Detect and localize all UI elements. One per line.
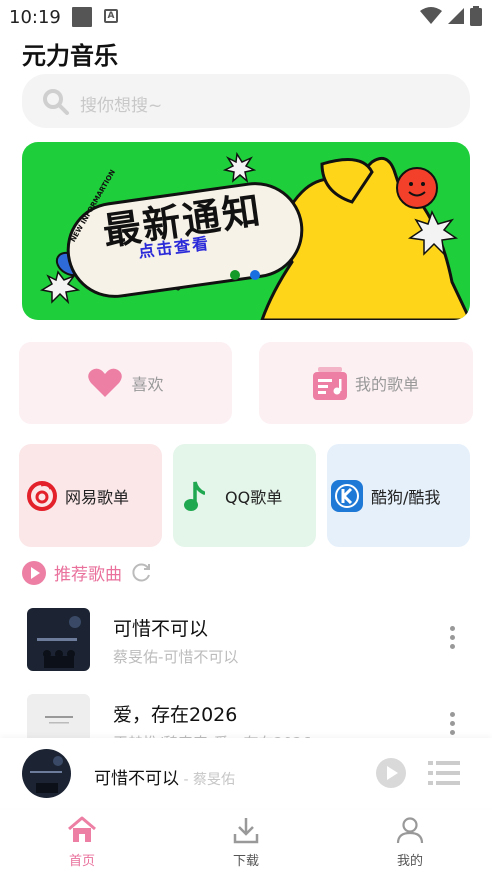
carousel-dot [230,270,240,280]
signal-icon [448,8,464,24]
nav-profile[interactable]: 我的 [370,816,450,869]
heart-icon [88,368,123,397]
playlist-icon [312,367,347,400]
song-subtitle: 蔡旻佑-可惜不可以 [113,648,239,666]
notification-icon [72,7,92,27]
player-cover [22,749,71,798]
play-circle-icon [22,560,46,585]
recommend-header: 推荐歌曲 [22,560,152,585]
profile-icon [396,817,424,844]
qq-music-icon [184,481,205,511]
status-time: 10:19 [9,7,61,28]
nav-home[interactable]: 首页 [42,816,122,869]
download-icon [233,818,259,844]
bottom-nav: 首页 下载 我的 [0,810,492,876]
mini-player[interactable]: 可惜不可以 - 蔡旻佑 [0,738,492,808]
netease-icon [27,480,57,511]
song-title: 爱，存在2026 [113,704,238,726]
search-placeholder: 搜你想搜~ [80,96,163,116]
playlist-queue-icon[interactable] [428,760,460,786]
status-bar: 10:19 A [0,0,492,34]
carousel-dot-active [250,270,260,280]
song-cover [27,608,90,671]
kugou-playlist-card[interactable]: 酷狗/酷我 [327,444,470,547]
play-button-icon[interactable] [376,758,406,788]
nav-home-label: 首页 [68,854,95,869]
wifi-icon [420,7,442,24]
more-options-icon[interactable] [450,626,456,653]
battery-icon [470,6,482,26]
home-icon [68,816,96,842]
refresh-icon[interactable] [130,562,152,584]
kugou-icon [331,479,363,512]
app-title: 元力音乐 [22,42,118,70]
qq-playlist-card[interactable]: QQ歌单 [173,444,316,547]
my-playlists-card[interactable]: 我的歌单 [259,342,473,424]
carousel-dots [230,270,260,280]
a-notification-icon: A [104,9,118,23]
my-playlists-label: 我的歌单 [354,375,419,394]
qq-label: QQ歌单 [225,487,283,507]
song-row[interactable]: 可惜不可以 蔡旻佑-可惜不可以 [0,608,492,688]
banner-carousel[interactable]: NEW INFORMARTION 最新通知 点击查看 [22,142,470,320]
song-title: 可惜不可以 [113,618,209,640]
like-card[interactable]: 喜欢 [19,342,232,424]
netease-label: 网易歌单 [65,487,130,507]
player-track: 可惜不可以 - 蔡旻佑 [94,764,235,789]
nav-download-label: 下载 [232,854,259,869]
nav-profile-label: 我的 [396,854,423,869]
more-options-icon[interactable] [450,712,456,739]
system-icons [420,6,482,26]
netease-playlist-card[interactable]: 网易歌单 [19,444,162,547]
recommend-label: 推荐歌曲 [54,565,122,585]
player-title: 可惜不可以 [94,769,179,789]
nav-download[interactable]: 下载 [206,816,286,869]
kugou-label: 酷狗/酷我 [371,487,441,507]
search-icon [43,89,69,115]
search-bar[interactable]: 搜你想搜~ [22,74,470,128]
player-artist: - 蔡旻佑 [179,772,235,788]
like-label: 喜欢 [131,375,164,394]
